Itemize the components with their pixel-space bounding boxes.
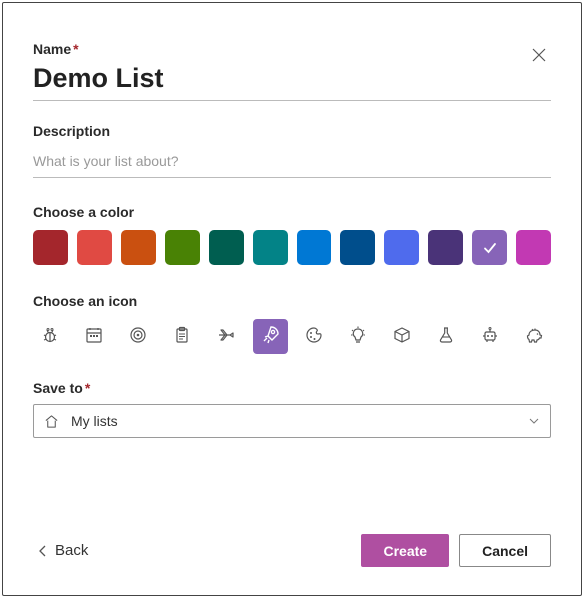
airplane-icon-option[interactable] [209,319,244,354]
rocket-icon [259,324,281,349]
piggybank-icon-option[interactable] [516,319,551,354]
color-swatch[interactable] [384,230,419,265]
robot-icon-option[interactable] [472,319,507,354]
create-button[interactable]: Create [361,534,449,567]
lightbulb-icon [348,325,368,348]
palette-icon-option[interactable] [297,319,332,354]
color-swatch[interactable] [472,230,507,265]
check-icon [482,240,498,256]
home-icon [44,414,59,429]
clipboard-icon-option[interactable] [165,319,200,354]
close-button[interactable] [527,43,551,67]
color-swatch[interactable] [33,230,68,265]
robot-icon [480,325,500,348]
saveto-value: My lists [71,413,516,429]
bug-icon [40,325,60,348]
back-button[interactable]: Back [33,536,92,565]
icon-section-label: Choose an icon [33,293,551,309]
cancel-button[interactable]: Cancel [459,534,551,567]
create-list-dialog: Name* Description Choose a color Choose … [2,2,582,596]
palette-icon [304,325,324,348]
required-mark: * [73,41,78,57]
required-mark: * [85,380,90,396]
icon-row [33,319,551,354]
description-input[interactable] [33,145,551,178]
cube-icon [392,325,412,348]
dialog-footer: Back Create Cancel [33,534,551,567]
saveto-label: Save to* [33,380,551,396]
saveto-select[interactable]: My lists [33,404,551,438]
close-icon [532,48,546,62]
rocket-icon-option[interactable] [253,319,288,354]
back-label: Back [55,542,88,559]
color-swatch[interactable] [77,230,112,265]
chevron-down-icon [528,415,540,427]
bug-icon-option[interactable] [33,319,68,354]
color-swatch[interactable] [121,230,156,265]
color-swatch[interactable] [516,230,551,265]
color-swatch[interactable] [297,230,332,265]
target-icon [128,325,148,348]
name-input[interactable] [33,59,551,101]
color-swatch[interactable] [340,230,375,265]
clipboard-icon [172,325,192,348]
color-swatch[interactable] [428,230,463,265]
color-swatch[interactable] [209,230,244,265]
piggybank-icon [524,325,544,348]
chevron-left-icon [37,544,49,558]
color-swatch-row [33,230,551,265]
flask-icon [436,325,456,348]
lightbulb-icon-option[interactable] [340,319,375,354]
color-swatch[interactable] [165,230,200,265]
color-swatch[interactable] [253,230,288,265]
airplane-icon [216,325,236,348]
target-icon-option[interactable] [121,319,156,354]
calendar-icon [84,325,104,348]
description-label: Description [33,123,551,139]
name-label: Name* [33,41,551,57]
cube-icon-option[interactable] [384,319,419,354]
calendar-icon-option[interactable] [77,319,112,354]
flask-icon-option[interactable] [428,319,463,354]
color-section-label: Choose a color [33,204,551,220]
